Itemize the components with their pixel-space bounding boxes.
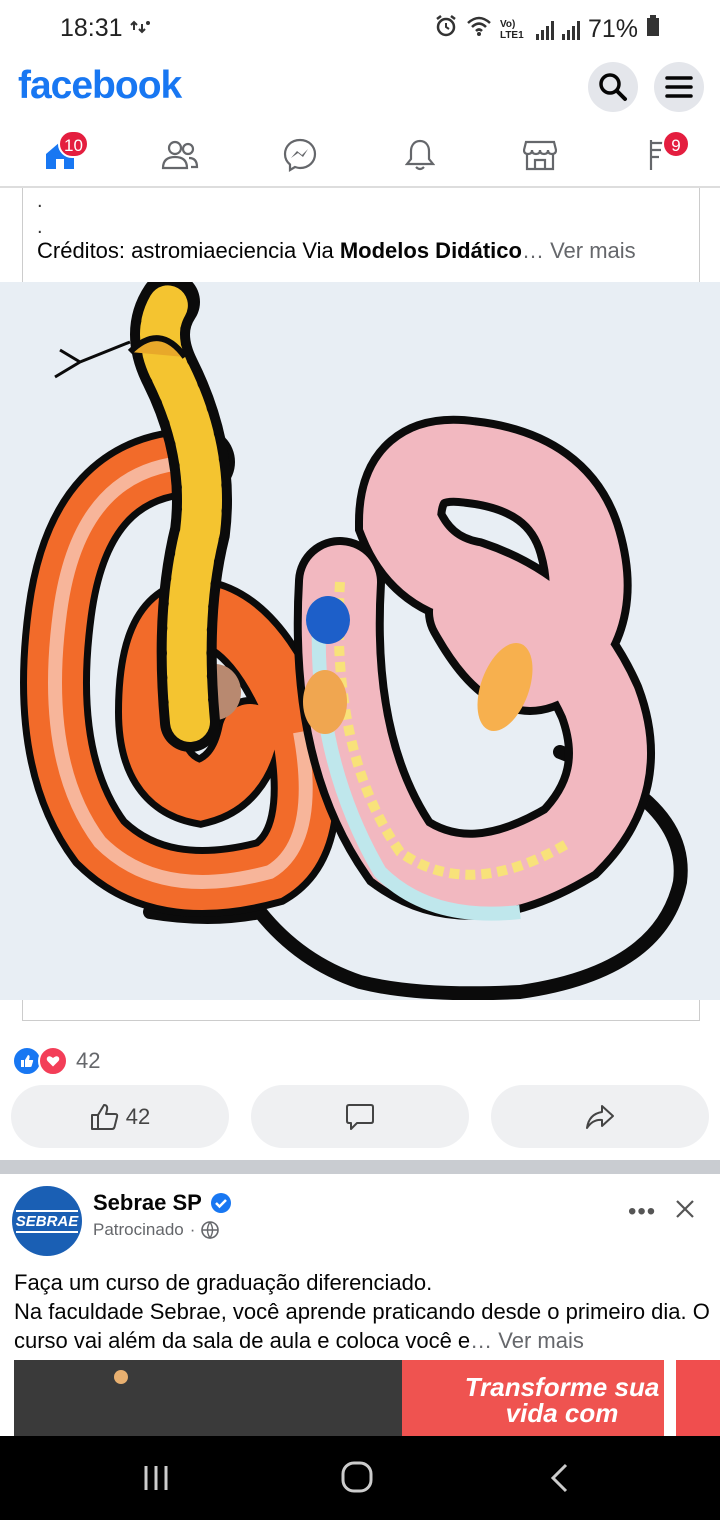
- signal-icon-2: [561, 20, 580, 40]
- ad-text-line1: Faça um curso de graduação diferenciado.: [14, 1270, 433, 1295]
- status-bar: 18:31 Vo) LTE1 71%: [0, 0, 720, 58]
- transfer-icon: [130, 18, 152, 43]
- status-time: 18:31: [60, 14, 123, 42]
- ad-image-banner: Transforme sua vida com: [402, 1360, 664, 1440]
- alarm-icon: [434, 14, 458, 45]
- tab-pages[interactable]: 9: [630, 130, 690, 180]
- battery-level: 71%: [587, 15, 638, 43]
- ad-text: Faça um curso de graduação diferenciado.…: [14, 1268, 714, 1355]
- more-options-icon[interactable]: •••: [628, 1198, 656, 1226]
- comment-button[interactable]: [251, 1085, 469, 1148]
- pages-badge: 9: [662, 130, 690, 158]
- signal-icon-1: [535, 20, 554, 40]
- snake-model-image: [20, 282, 688, 1000]
- menu-button[interactable]: [654, 62, 704, 112]
- marketplace-icon: [523, 140, 557, 171]
- avatar-label: SEBRAE: [15, 1209, 79, 1233]
- post-caption-box: . . Créditos: astromiaeciencia Via Model…: [22, 188, 700, 282]
- nav-tabs: 10 9: [0, 120, 720, 188]
- ad-text-body: Na faculdade Sebrae, você aprende pratic…: [14, 1299, 710, 1353]
- tab-home[interactable]: 10: [30, 130, 90, 180]
- ad-author-name: Sebrae SP: [93, 1190, 202, 1215]
- caption-dot: .: [37, 216, 43, 238]
- like-button[interactable]: 42: [11, 1085, 229, 1148]
- post-caption: Créditos: astromiaeciencia Via Modelos D…: [37, 238, 636, 263]
- post-card-bottom: [22, 1000, 700, 1021]
- ad-meta: Patrocinado ·: [93, 1220, 220, 1240]
- feed-divider: [0, 1160, 720, 1174]
- verified-icon: [210, 1193, 231, 1213]
- recent-apps-icon: [144, 1466, 168, 1490]
- share-button[interactable]: [491, 1085, 709, 1148]
- wifi-icon: [466, 15, 492, 44]
- friends-icon: [161, 140, 199, 170]
- share-icon: [586, 1104, 614, 1129]
- network-label: Vo) LTE1: [499, 18, 524, 41]
- thumbs-up-icon: [90, 1103, 118, 1130]
- ad-image[interactable]: Transforme sua vida com: [14, 1360, 664, 1440]
- back-button[interactable]: [548, 1462, 570, 1499]
- ad-image-text: Transforme sua vida com: [464, 1372, 660, 1428]
- messenger-icon: [283, 138, 317, 172]
- back-icon: [550, 1463, 568, 1493]
- caption-prefix: Créditos: astromiaeciencia Via: [37, 238, 340, 263]
- battery-icon: [646, 15, 660, 44]
- see-more-link[interactable]: Ver mais: [550, 238, 636, 263]
- home-circle-icon: [341, 1461, 373, 1493]
- system-nav-bar: [0, 1436, 720, 1520]
- facebook-logo[interactable]: facebook: [18, 64, 182, 108]
- post-image[interactable]: [0, 282, 720, 1000]
- sebrae-avatar[interactable]: SEBRAE: [12, 1186, 82, 1256]
- close-icon[interactable]: [674, 1198, 696, 1225]
- ad-image-next[interactable]: [676, 1360, 720, 1440]
- search-button[interactable]: [588, 62, 638, 112]
- home-badge: 10: [58, 130, 89, 158]
- ad-see-more-link[interactable]: Ver mais: [498, 1328, 584, 1353]
- caption-bold[interactable]: Modelos Didático: [340, 238, 522, 263]
- ad-author[interactable]: Sebrae SP: [93, 1190, 232, 1216]
- tab-notifications[interactable]: [390, 130, 450, 180]
- reaction-count: 42: [76, 1048, 101, 1073]
- love-reaction-icon: [38, 1046, 68, 1076]
- home-button[interactable]: [340, 1460, 374, 1499]
- search-icon: [599, 73, 627, 101]
- status-right: Vo) LTE1 71%: [434, 14, 660, 45]
- comment-icon: [346, 1103, 374, 1130]
- like-count: 42: [125, 1103, 151, 1129]
- globe-icon: [201, 1221, 220, 1239]
- bell-icon: [405, 139, 435, 171]
- hamburger-icon: [665, 76, 693, 98]
- tab-friends[interactable]: [150, 130, 210, 180]
- sponsored-label: Patrocinado: [93, 1220, 184, 1239]
- tab-messenger[interactable]: [270, 130, 330, 180]
- caption-dot: .: [37, 190, 43, 212]
- recent-apps-button[interactable]: [142, 1464, 170, 1497]
- reactions-summary[interactable]: 42: [12, 1046, 100, 1076]
- tab-marketplace[interactable]: [510, 130, 570, 180]
